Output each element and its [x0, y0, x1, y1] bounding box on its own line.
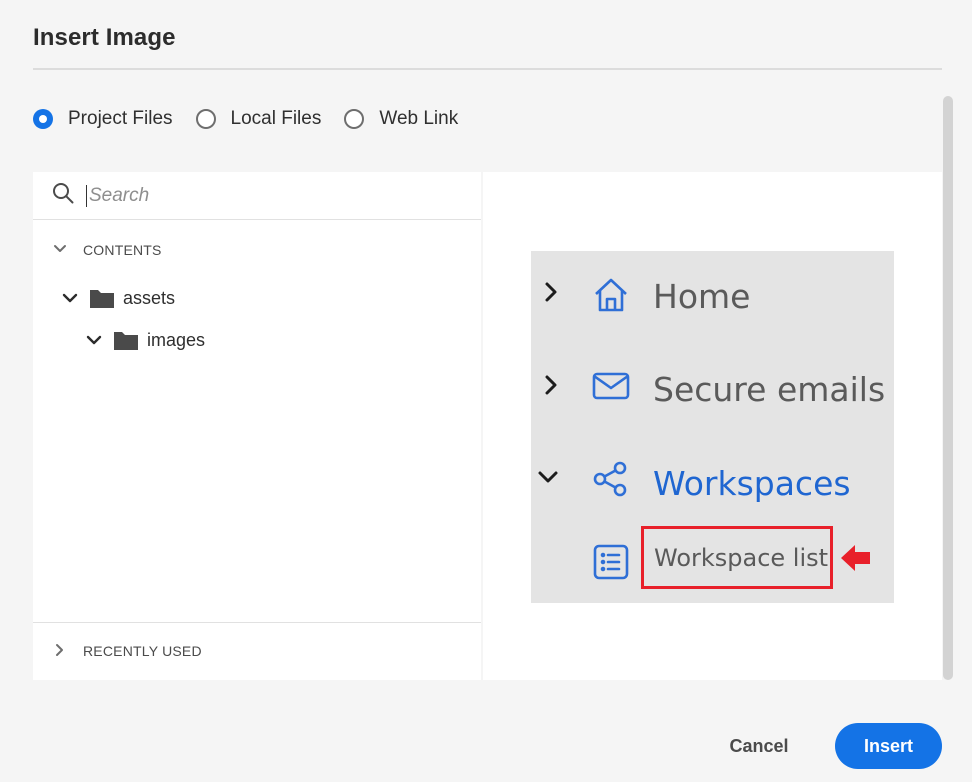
chevron-down-icon[interactable] — [85, 331, 103, 349]
radio-project-files[interactable]: Project Files — [33, 108, 173, 130]
image-preview-panel: Home Secure emails Workspaces Workspace … — [483, 172, 942, 680]
recently-used-section-toggle[interactable]: RECENTLY USED — [51, 641, 202, 661]
preview-item-label: Home — [653, 277, 751, 316]
cancel-button[interactable]: Cancel — [716, 723, 802, 769]
search-bar — [33, 172, 481, 220]
dialog-title: Insert Image — [33, 24, 176, 51]
search-icon — [51, 181, 75, 210]
preview-item-label: Secure emails — [653, 370, 886, 409]
chevron-down-icon — [51, 240, 83, 261]
radio-unselected-icon — [195, 109, 216, 129]
source-options: Project Files Local Files Web Link — [33, 108, 481, 130]
chevron-down-icon — [537, 466, 559, 488]
radio-project-files-label: Project Files — [68, 108, 173, 129]
chevron-right-icon — [541, 374, 563, 396]
radio-web-link[interactable]: Web Link — [344, 108, 458, 130]
folder-icon — [89, 287, 115, 309]
recently-used-label: RECENTLY USED — [83, 643, 202, 659]
dialog-scrollbar[interactable] — [943, 96, 953, 680]
radio-web-link-label: Web Link — [379, 108, 459, 129]
radio-local-files-label: Local Files — [230, 108, 322, 129]
share-icon — [591, 459, 631, 499]
preview-image: Home Secure emails Workspaces Workspace … — [531, 251, 894, 603]
highlight-box — [641, 526, 833, 589]
chevron-down-icon[interactable] — [61, 289, 79, 307]
home-icon — [591, 275, 631, 315]
radio-local-files[interactable]: Local Files — [195, 108, 322, 130]
mail-icon — [591, 365, 631, 405]
chevron-right-icon — [51, 641, 83, 662]
folder-icon — [113, 329, 139, 351]
search-input[interactable] — [86, 184, 446, 207]
title-divider — [33, 68, 942, 70]
radio-selected-icon — [33, 109, 53, 129]
preview-item-label: Workspaces — [653, 464, 851, 503]
radio-unselected-icon — [344, 109, 365, 129]
insert-button[interactable]: Insert — [835, 723, 942, 769]
tree-node-images[interactable]: images — [85, 329, 205, 351]
chevron-right-icon — [541, 281, 563, 303]
contents-section-toggle[interactable]: CONTENTS — [51, 240, 162, 260]
contents-label: CONTENTS — [83, 242, 162, 258]
section-divider — [33, 622, 481, 623]
tree-node-label: assets — [123, 287, 176, 308]
tree-node-assets[interactable]: assets — [61, 287, 175, 309]
list-icon — [591, 542, 631, 582]
arrow-left-icon — [840, 543, 872, 573]
tree-node-label: images — [147, 329, 206, 350]
file-tree-panel: CONTENTS assets images RECENTLY USED — [33, 172, 481, 680]
